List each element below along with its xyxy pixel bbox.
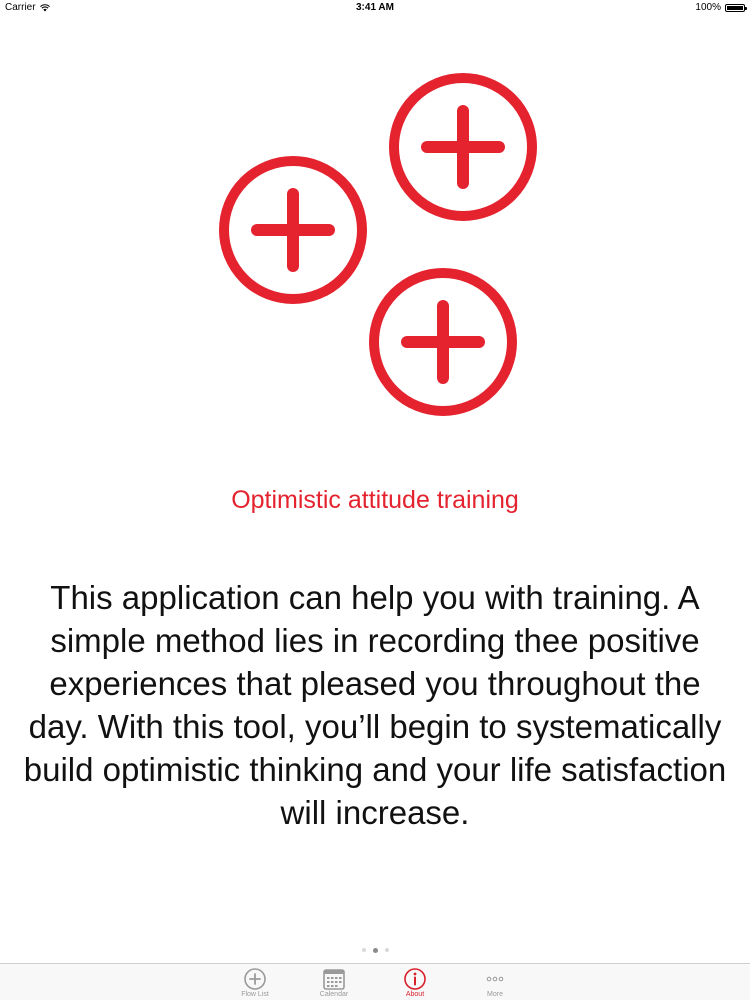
tab-about[interactable]: About (370, 964, 460, 1001)
tab-bar: Flow List Calendar About More (0, 963, 750, 1000)
description-text: This application can help you with train… (23, 579, 727, 831)
plus-circle-left-icon (219, 156, 367, 304)
tab-more[interactable]: More (450, 964, 540, 1001)
page-indicator[interactable] (0, 945, 750, 955)
tab-flow-list[interactable]: Flow List (210, 964, 300, 1001)
tab-label: Calendar (319, 991, 349, 998)
tab-label: About (405, 991, 425, 998)
more-icon (486, 976, 504, 982)
plus-circle-bottom-icon (369, 268, 517, 416)
tab-label: More (487, 991, 503, 998)
tab-calendar[interactable]: Calendar (289, 964, 379, 1001)
three-plus-circles-icon (219, 73, 537, 416)
page-dot[interactable] (384, 948, 389, 952)
info-icon (404, 968, 426, 990)
plus-circle-icon (244, 968, 266, 990)
tab-label: Flow List (241, 991, 269, 998)
calendar-icon (323, 969, 345, 990)
plus-circle-top-icon (389, 73, 537, 221)
page-dot[interactable] (372, 947, 378, 953)
page-title: Optimistic attitude training (231, 486, 519, 514)
page-dot[interactable] (361, 948, 366, 952)
